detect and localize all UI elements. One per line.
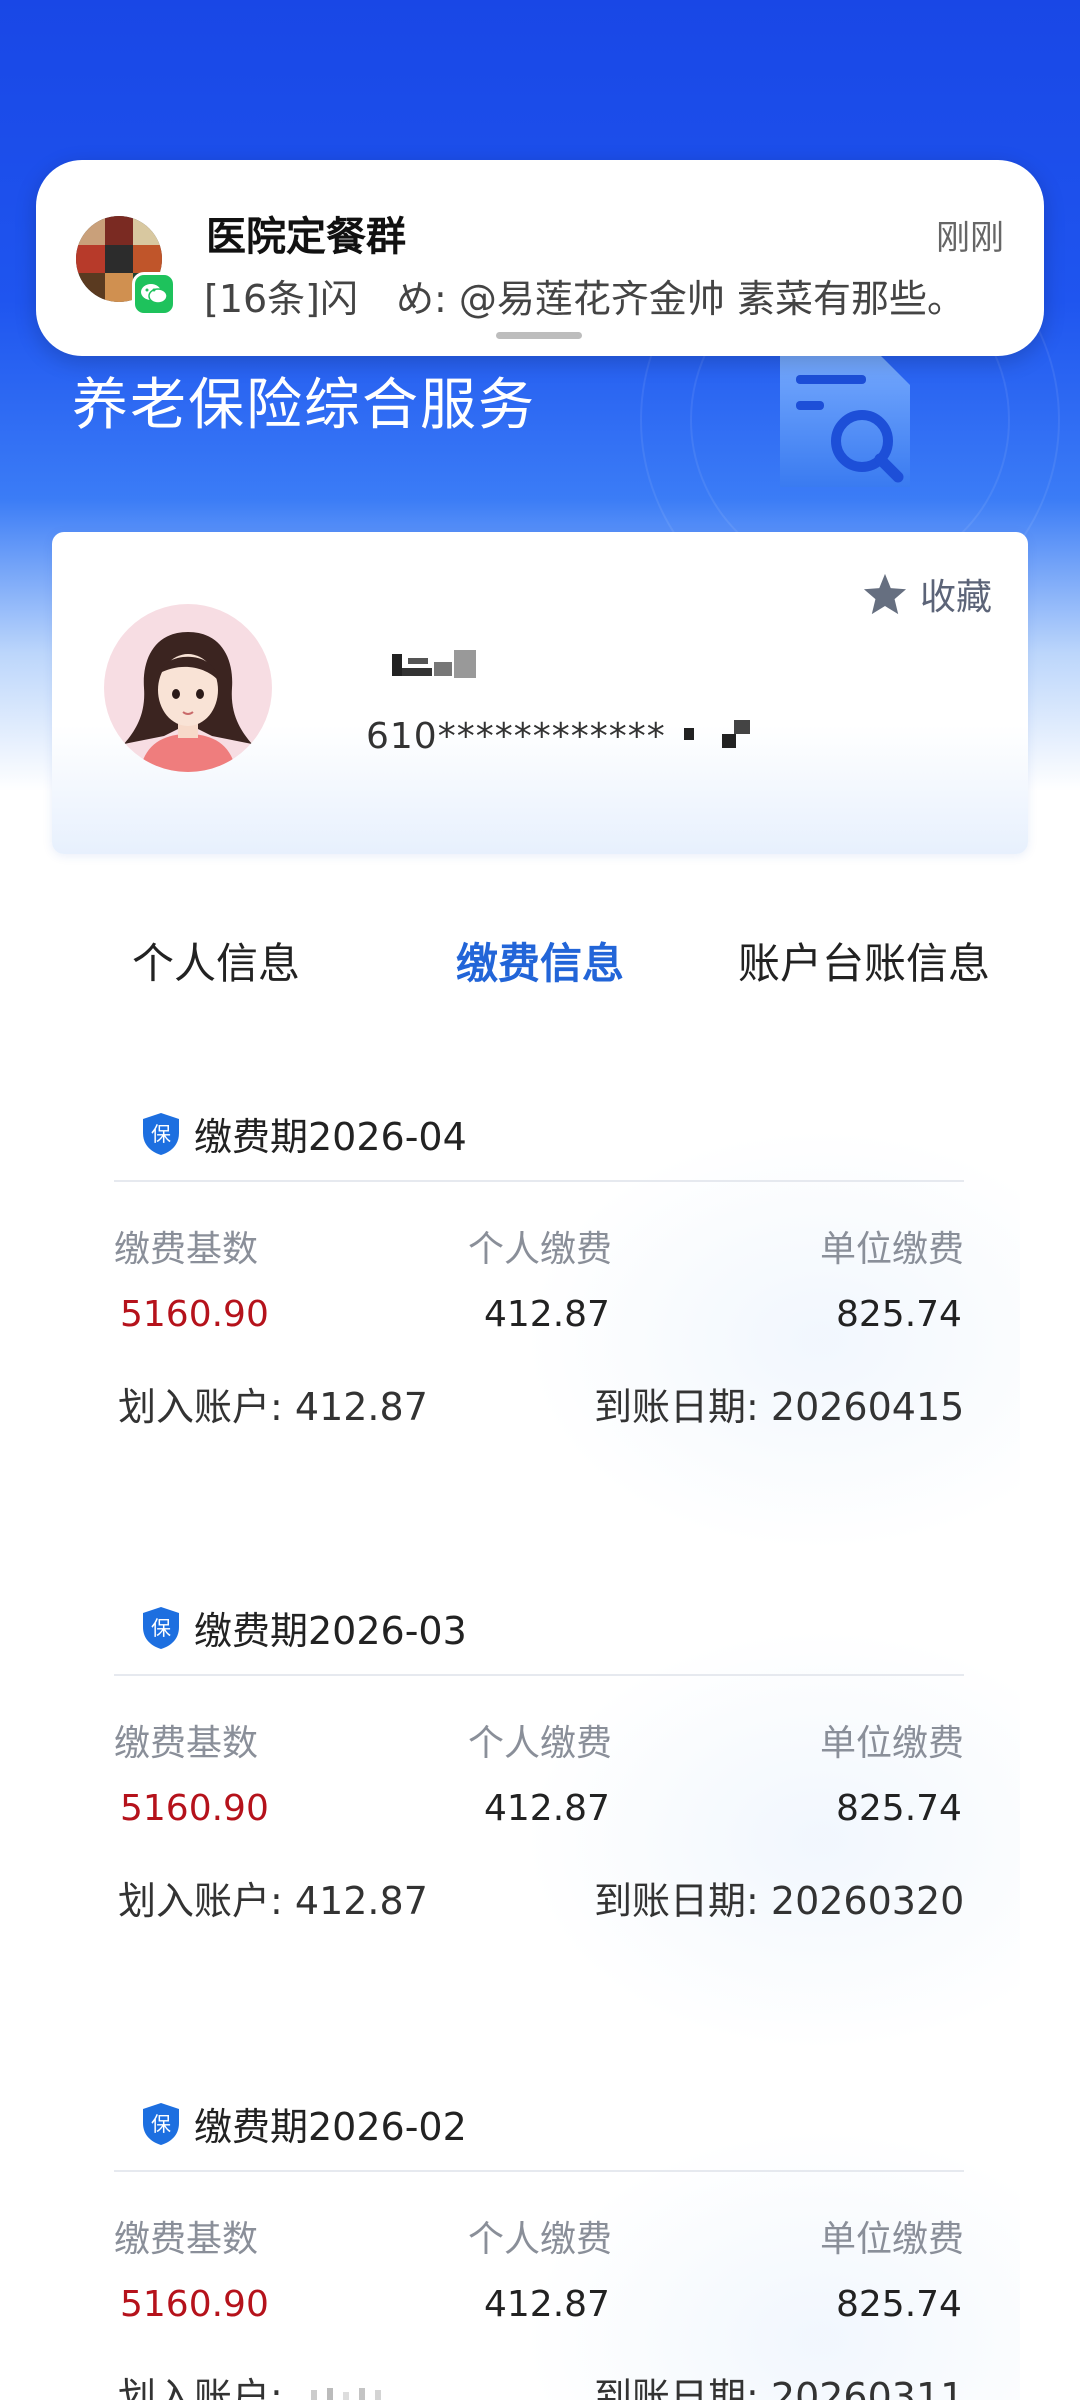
user-name-masked xyxy=(392,648,482,682)
avatar-icon xyxy=(104,604,272,772)
favorite-button[interactable]: 收藏 xyxy=(862,568,992,620)
unit-value: 825.74 xyxy=(836,1788,962,1829)
doc-search-icon xyxy=(780,353,910,487)
base-header: 缴费基数 xyxy=(114,1723,259,1764)
notification-time: 刚刚 xyxy=(936,218,1004,258)
shield-badge-icon: 保 xyxy=(143,1606,179,1649)
payment-period: 缴费期2026-04 xyxy=(194,1115,467,1159)
account-transfer: 划入账户: 412.87 xyxy=(118,1879,428,1923)
payment-record: 保 缴费期2026-02 缴费基数 个人缴费 单位缴费 5160.90 412.… xyxy=(60,2030,1020,2400)
shield-badge-icon: 保 xyxy=(143,2102,179,2145)
profile-card: 收藏 610************ xyxy=(52,532,1028,854)
svg-text:保: 保 xyxy=(151,1122,171,1146)
personal-value: 412.87 xyxy=(484,1788,610,1829)
personal-header: 个人缴费 xyxy=(468,1723,613,1764)
base-header: 缴费基数 xyxy=(114,2219,259,2260)
payment-record: 保 缴费期2026-04 缴费基数 个人缴费 单位缴费 5160.90 412.… xyxy=(60,1040,1020,1460)
masked-pixels xyxy=(684,720,751,748)
unit-header: 单位缴费 xyxy=(820,2219,965,2260)
account-transfer: 划入账户: xyxy=(118,2366,417,2400)
divider xyxy=(114,1674,964,1676)
payment-period: 缴费期2026-02 xyxy=(194,2105,467,2149)
masked-pixels xyxy=(311,2387,381,2400)
personal-header: 个人缴费 xyxy=(468,1229,613,1270)
personal-value: 412.87 xyxy=(484,1294,610,1335)
base-value: 5160.90 xyxy=(120,1788,269,1829)
star-icon xyxy=(863,573,907,615)
notification-message: [16条]闪 め: @易莲花齐金帅 素菜有那些。 xyxy=(204,277,965,321)
personal-header: 个人缴费 xyxy=(468,2219,613,2260)
shield-badge-icon: 保 xyxy=(143,1112,179,1155)
page-title: 养老保险综合服务 xyxy=(72,373,536,438)
arrival-date: 到账日期: 20260311 xyxy=(594,2375,965,2400)
wechat-icon xyxy=(132,272,176,316)
unit-header: 单位缴费 xyxy=(820,1723,965,1764)
payment-records: 保 缴费期2026-04 缴费基数 个人缴费 单位缴费 5160.90 412.… xyxy=(60,1040,1020,2400)
tab-bar: 个人信息 缴费信息 账户台账信息 xyxy=(0,930,1080,1010)
unit-value: 825.74 xyxy=(836,2284,962,2325)
personal-value: 412.87 xyxy=(484,2284,610,2325)
notification-drag-handle[interactable] xyxy=(496,332,582,339)
tab-payment-info[interactable]: 缴费信息 xyxy=(456,930,624,991)
unit-value: 825.74 xyxy=(836,1294,962,1335)
tab-personal-info[interactable]: 个人信息 xyxy=(132,930,300,991)
divider xyxy=(114,1180,964,1182)
arrival-date: 到账日期: 20260320 xyxy=(594,1879,965,1923)
base-value: 5160.90 xyxy=(120,2284,269,2325)
notification-title: 医院定餐群 xyxy=(206,214,406,260)
base-header: 缴费基数 xyxy=(114,1229,259,1270)
base-value: 5160.90 xyxy=(120,1294,269,1335)
tab-account-ledger[interactable]: 账户台账信息 xyxy=(738,930,990,991)
unit-header: 单位缴费 xyxy=(820,1229,965,1270)
account-transfer: 划入账户: 412.87 xyxy=(118,1385,428,1429)
divider xyxy=(114,2170,964,2172)
arrival-date: 到账日期: 20260415 xyxy=(594,1385,965,1429)
wechat-notification[interactable]: 医院定餐群 刚刚 [16条]闪 め: @易莲花齐金帅 素菜有那些。 xyxy=(36,160,1044,356)
svg-text:保: 保 xyxy=(151,2112,171,2136)
payment-record: 保 缴费期2026-03 缴费基数 个人缴费 单位缴费 5160.90 412.… xyxy=(60,1534,1020,1954)
favorite-label: 收藏 xyxy=(919,577,992,618)
payment-period: 缴费期2026-03 xyxy=(194,1609,467,1653)
svg-text:保: 保 xyxy=(151,1616,171,1640)
id-number: 610************ xyxy=(366,716,758,757)
